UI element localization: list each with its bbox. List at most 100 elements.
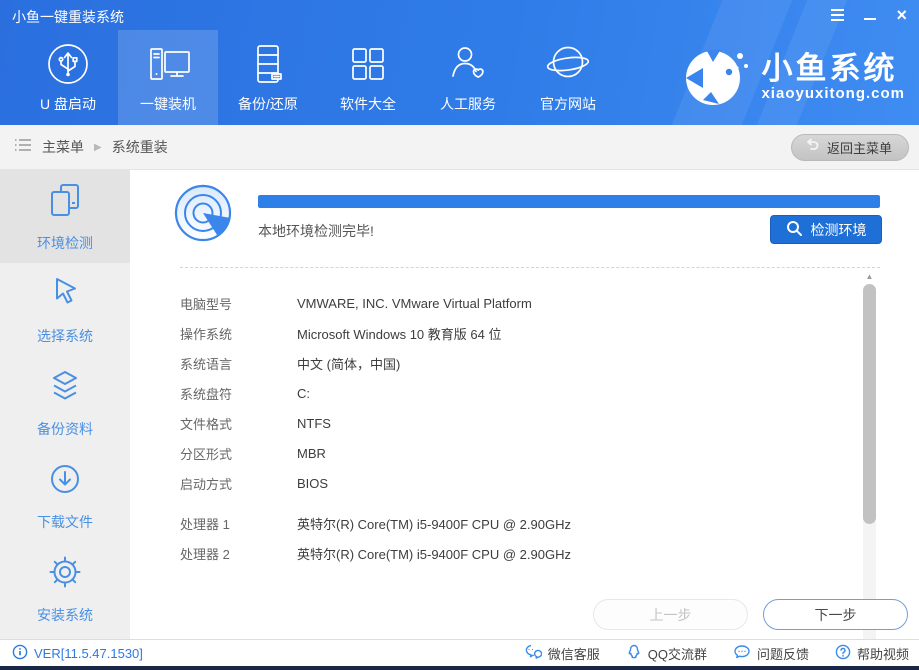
info-row-clipped: 处理器 3 英特尔(R) Core(TM) i5-9400F CPU @ 2.9… (180, 578, 850, 585)
previous-step-button[interactable]: 上一步 (593, 599, 748, 630)
app-window: 小鱼一键重装系统 × U 盘启动 一键装机 备份/还原 软件大全 人工服务 官方… (0, 0, 919, 670)
nav-item-usb-boot[interactable]: U 盘启动 (18, 30, 118, 125)
detect-environment-button[interactable]: 检测环境 (770, 215, 882, 244)
dashed-divider (180, 267, 880, 268)
breadcrumb-separator-icon: ▶ (94, 141, 102, 153)
detection-progress-fill (258, 195, 880, 208)
row-gap (180, 568, 850, 578)
nav-item-label: 官方网站 (540, 96, 596, 112)
nav-item-one-key-install[interactable]: 一键装机 (118, 30, 218, 125)
return-arrow-icon (804, 138, 820, 157)
info-row: 分区形式 MBR (180, 438, 850, 468)
app-title: 小鱼一键重装系统 (12, 9, 124, 25)
footer-link-label: 帮助视频 (856, 646, 909, 662)
info-label: 系统盘符 (180, 386, 233, 402)
footer: VER[11.5.47.1530] 微信客服 QQ交流群 问题反馈 帮助视频 (0, 639, 919, 666)
nav-item-label: 一键装机 (140, 96, 196, 112)
version-text: VER[11.5.47.1530] (34, 645, 143, 661)
footer-link-label: 问题反馈 (756, 646, 809, 662)
apps-grid-icon (345, 41, 391, 87)
gear-icon (46, 553, 84, 596)
info-icon (12, 644, 28, 663)
info-row: 操作系统 Microsoft Windows 10 教育版 64 位 (180, 318, 850, 348)
info-label: 文件格式 (180, 416, 233, 432)
qq-icon (626, 644, 642, 663)
person-service-icon (445, 41, 491, 87)
info-row: 电脑型号 VMWARE, INC. VMware Virtual Platfor… (180, 288, 850, 318)
info-label: 启动方式 (180, 476, 233, 492)
nav-item-label: 软件大全 (340, 96, 396, 112)
sidebar-item-backup-data[interactable]: 备份资料 (0, 356, 130, 449)
footer-link-label: QQ交流群 (647, 646, 707, 662)
download-icon (46, 460, 84, 503)
detection-status-text: 本地环境检测完毕! (258, 223, 374, 239)
bottom-accent-strip (0, 666, 919, 670)
sidebar: 环境检测 选择系统 备份资料 下载文件 安装系统 (0, 170, 130, 639)
minimize-icon[interactable] (864, 18, 877, 20)
system-info-list: 电脑型号 VMWARE, INC. VMware Virtual Platfor… (180, 270, 850, 585)
sidebar-item-label: 选择系统 (37, 327, 93, 344)
info-row: 处理器 2 英特尔(R) Core(TM) i5-9400F CPU @ 2.9… (180, 538, 850, 568)
nav-item-website[interactable]: 官方网站 (518, 30, 618, 125)
info-row: 文件格式 NTFS (180, 408, 850, 438)
info-value: NTFS (297, 415, 331, 431)
brand-logo: 小鱼系统 xiaoyuxitong.com (677, 38, 905, 117)
footer-link-label: 微信客服 (547, 646, 600, 662)
nav-item-label: 备份/还原 (238, 96, 298, 112)
info-value: C: (297, 385, 310, 401)
globe-icon (545, 41, 591, 87)
nav-item-software[interactable]: 软件大全 (318, 30, 418, 125)
help-video-link[interactable]: 帮助视频 (835, 644, 909, 663)
search-icon (786, 220, 803, 240)
nav-item-support[interactable]: 人工服务 (418, 30, 518, 125)
info-value: 英特尔(R) Core(TM) i5-9400F CPU @ 2.90GHz (297, 584, 571, 586)
sidebar-item-env-check[interactable]: 环境检测 (0, 170, 130, 263)
info-value: Microsoft Windows 10 教育版 64 位 (297, 326, 502, 342)
sidebar-item-label: 下载文件 (37, 513, 93, 530)
breadcrumb-bar: 主菜单 ▶ 系统重装 返回主菜单 (0, 125, 919, 170)
nav-item-backup-restore[interactable]: 备份/还原 (218, 30, 318, 125)
sidebar-item-label: 安装系统 (37, 606, 93, 623)
menu-icon[interactable] (831, 9, 845, 21)
scrollbar-thumb[interactable] (863, 284, 876, 525)
logo-name: 小鱼系统 (761, 50, 898, 86)
fish-logo-icon (677, 38, 751, 117)
breadcrumb-root[interactable]: 主菜单 (42, 137, 84, 157)
wechat-icon (524, 644, 543, 663)
detection-progress-bar (258, 195, 880, 208)
feedback-bubble-icon (733, 644, 751, 663)
main-nav: U 盘启动 一键装机 备份/还原 软件大全 人工服务 官方网站 (18, 30, 618, 125)
wechat-support-link[interactable]: 微信客服 (524, 644, 600, 663)
feedback-link[interactable]: 问题反馈 (733, 644, 809, 663)
list-icon (14, 138, 32, 157)
server-icon (245, 41, 291, 87)
nav-item-label: 人工服务 (440, 96, 496, 112)
info-value: 中文 (简体，中国) (297, 356, 401, 372)
info-value: 英特尔(R) Core(TM) i5-9400F CPU @ 2.90GHz (297, 516, 571, 532)
header: 小鱼一键重装系统 × U 盘启动 一键装机 备份/还原 软件大全 人工服务 官方… (0, 0, 919, 125)
sidebar-item-install-system[interactable]: 安装系统 (0, 542, 130, 635)
sidebar-item-label: 环境检测 (37, 234, 93, 251)
cursor-icon (46, 274, 84, 317)
qq-group-link[interactable]: QQ交流群 (626, 644, 707, 663)
back-button-label: 返回主菜单 (826, 141, 892, 156)
detect-button-label: 检测环境 (810, 221, 867, 238)
info-label: 电脑型号 (180, 296, 233, 312)
info-row: 系统语言 中文 (简体，中国) (180, 348, 850, 378)
info-row: 系统盘符 C: (180, 378, 850, 408)
titlebar: 小鱼一键重装系统 × (0, 0, 919, 30)
info-value: 英特尔(R) Core(TM) i5-9400F CPU @ 2.90GHz (297, 546, 571, 562)
scroll-up-arrow-icon[interactable]: ▲ (866, 272, 874, 282)
info-label: 处理器 2 (180, 546, 230, 562)
info-value: VMWARE, INC. VMware Virtual Platform (297, 295, 532, 311)
info-value: BIOS (297, 475, 329, 491)
back-to-menu-button[interactable]: 返回主菜单 (790, 134, 909, 161)
footer-links: 微信客服 QQ交流群 问题反馈 帮助视频 (524, 644, 909, 663)
close-icon[interactable]: × (896, 6, 907, 24)
info-label: 处理器 1 (180, 516, 230, 532)
version-info: VER[11.5.47.1530] (12, 644, 143, 663)
sidebar-item-download-files[interactable]: 下载文件 (0, 449, 130, 542)
main-content: 本地环境检测完毕! 检测环境 电脑型号 VMWARE, INC. VMware … (130, 170, 919, 670)
next-step-button[interactable]: 下一步 (763, 599, 908, 630)
sidebar-item-select-system[interactable]: 选择系统 (0, 263, 130, 356)
